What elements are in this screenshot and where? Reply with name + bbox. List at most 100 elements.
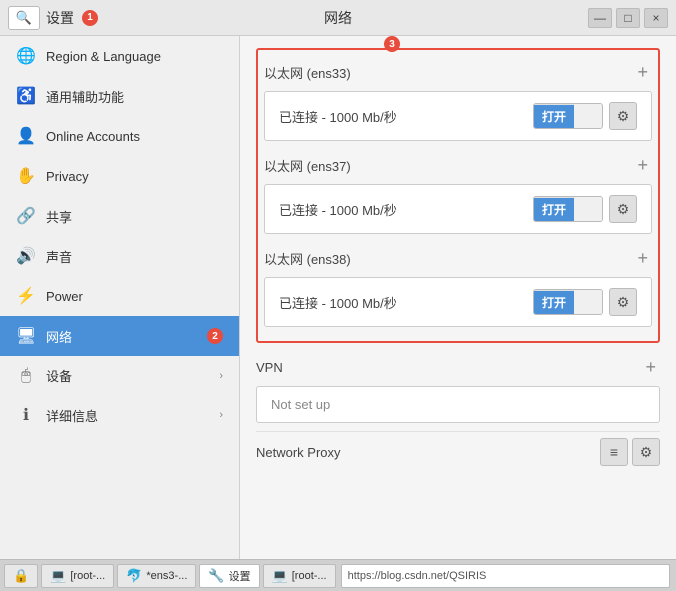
ens33-add-button[interactable]: + [633,62,652,83]
network-title: 网络 [324,8,352,28]
ens37-gear-button[interactable]: ⚙ [609,195,637,223]
sidebar-item-details[interactable]: ℹ 详细信息 › [0,395,239,435]
ens37-toggle-on-label: 打开 [534,198,574,221]
sidebar-label-details: 详细信息 [46,406,209,425]
sharing-icon: 🔗 [16,206,36,226]
ens37-toggle[interactable]: 打开 [533,196,603,222]
proxy-settings-icon: ≡ [610,444,618,460]
taskbar-url-text: https://blog.csdn.net/QSIRIS [348,570,487,582]
accessibility-icon: ♿ [16,86,36,106]
ens33-toggle-on-label: 打开 [534,105,574,128]
region-icon: 🌐 [16,46,36,66]
taskbar-settings-button[interactable]: 🔧 设置 [199,564,259,588]
ens38-card: 已连接 - 1000 Mb/秒 打开 ⚙ [264,277,652,327]
lock-icon: 🔒 [13,568,29,584]
main-window: 🔍 设置 1 网络 — □ × 🌐 Region & Language ♿ 通用… [0,0,676,591]
proxy-gear-icon: ⚙ [640,444,653,461]
titlebar: 🔍 设置 1 网络 — □ × [0,0,676,36]
ens37-card: 已连接 - 1000 Mb/秒 打开 ⚙ [264,184,652,234]
ens33-gear-button[interactable]: ⚙ [609,102,637,130]
sidebar-label-devices: 设备 [46,366,209,385]
ens33-gear-icon: ⚙ [617,108,630,125]
vpn-not-set-label: Not set up [271,397,330,412]
ens33-header: 以太网 (ens33) + [264,56,652,89]
highlighted-ethernet-sections: 3 以太网 (ens33) + 已连接 - 1000 Mb/秒 打开 ⚙ [256,48,660,343]
content-area: 3 以太网 (ens33) + 已连接 - 1000 Mb/秒 打开 ⚙ [240,36,676,559]
vpn-card: Not set up [256,386,660,423]
search-button[interactable]: 🔍 [8,6,40,30]
network-badge: 2 [207,328,223,344]
ens38-title: 以太网 (ens38) [264,249,351,268]
taskbar: 🔒 💻 [root-... 🐬 *ens3-... 🔧 设置 💻 [root-.… [0,559,676,591]
maximize-button[interactable]: □ [616,8,640,28]
sidebar-label-accessibility: 通用辅助功能 [46,87,223,106]
terminal1-icon: 💻 [50,568,66,584]
close-button[interactable]: × [644,8,668,28]
proxy-section: Network Proxy ≡ ⚙ [256,431,660,472]
ens37-add-button[interactable]: + [633,155,652,176]
minimize-button[interactable]: — [588,8,612,28]
sidebar-item-power[interactable]: ⚡ Power [0,276,239,316]
taskbar-root2-label: [root-... [292,570,327,582]
vpn-section: VPN + Not set up [256,351,660,423]
sidebar-item-sound[interactable]: 🔊 声音 [0,236,239,276]
sidebar-label-region: Region & Language [46,49,223,64]
taskbar-root2-button[interactable]: 💻 [root-... [263,564,336,588]
taskbar-lock-button[interactable]: 🔒 [4,564,38,588]
ens38-controls: 打开 ⚙ [533,288,637,316]
sidebar-item-accessibility[interactable]: ♿ 通用辅助功能 [0,76,239,116]
taskbar-settings-label: 设置 [229,568,251,584]
network-icon: 🖥 [16,326,36,346]
ens37-header: 以太网 (ens37) + [264,149,652,182]
proxy-gear-button[interactable]: ⚙ [632,438,660,466]
ens37-status: 已连接 - 1000 Mb/秒 [279,200,397,219]
sidebar-label-online-accounts: Online Accounts [46,129,223,144]
ens37-controls: 打开 ⚙ [533,195,637,223]
sidebar-item-network[interactable]: 🖥 网络 2 [0,316,239,356]
settings-badge: 1 [82,10,98,26]
power-icon: ⚡ [16,286,36,306]
taskbar-url-bar[interactable]: https://blog.csdn.net/QSIRIS [341,564,670,588]
proxy-settings-button[interactable]: ≡ [600,438,628,466]
ens33-status: 已连接 - 1000 Mb/秒 [279,107,397,126]
ens33-toggle[interactable]: 打开 [533,103,603,129]
sidebar-item-sharing[interactable]: 🔗 共享 [0,196,239,236]
terminal2-icon: 💻 [272,568,288,584]
vpn-title: VPN [256,360,283,375]
window-controls: — □ × [588,8,668,28]
sidebar-item-region[interactable]: 🌐 Region & Language [0,36,239,76]
proxy-controls: ≡ ⚙ [600,438,660,466]
ens38-gear-button[interactable]: ⚙ [609,288,637,316]
taskbar-ens3-button[interactable]: 🐬 *ens3-... [117,564,196,588]
ens38-header: 以太网 (ens38) + [264,242,652,275]
proxy-title: Network Proxy [256,445,341,460]
sidebar-item-privacy[interactable]: ✋ Privacy [0,156,239,196]
devices-icon: 🖱 [16,367,36,385]
vpn-add-button[interactable]: + [641,357,660,378]
dolphin-icon: 🐬 [126,568,142,584]
ens33-controls: 打开 ⚙ [533,102,637,130]
sound-icon: 🔊 [16,246,36,266]
sidebar-label-power: Power [46,289,223,304]
details-icon: ℹ [16,405,36,425]
ens37-toggle-off [574,197,602,221]
ens37-title: 以太网 (ens37) [264,156,351,175]
section-badge-3: 3 [384,36,400,52]
taskbar-root1-button[interactable]: 💻 [root-... [41,564,114,588]
devices-chevron: › [219,370,223,382]
ens38-toggle-on-label: 打开 [534,291,574,314]
taskbar-root1-label: [root-... [70,570,105,582]
ens38-gear-icon: ⚙ [617,294,630,311]
ens33-title: 以太网 (ens33) [264,63,351,82]
titlebar-title: 设置 [46,8,74,28]
ens33-toggle-off [574,104,602,128]
taskbar-ens3-label: *ens3-... [146,570,187,582]
wrench-icon: 🔧 [208,568,224,584]
ens38-toggle-off [574,290,602,314]
ens38-add-button[interactable]: + [633,248,652,269]
sidebar-item-devices[interactable]: 🖱 设备 › [0,356,239,395]
sidebar-label-privacy: Privacy [46,169,223,184]
ens38-toggle[interactable]: 打开 [533,289,603,315]
sidebar-label-sharing: 共享 [46,207,223,226]
sidebar-item-online-accounts[interactable]: 👤 Online Accounts [0,116,239,156]
